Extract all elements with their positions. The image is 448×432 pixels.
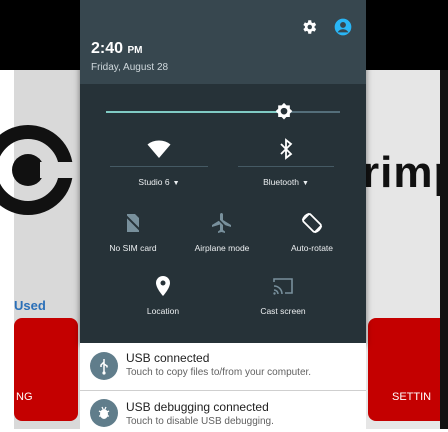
notification-title: USB debugging connected <box>126 400 269 414</box>
auto-rotate-tile-label[interactable]: Auto-rotate <box>257 243 367 253</box>
location-icon[interactable] <box>151 274 175 298</box>
bluetooth-tile-label[interactable]: Bluetooth ▼ <box>231 177 341 187</box>
cast-icon[interactable] <box>271 274 295 298</box>
brightness-slider-fill <box>106 111 284 113</box>
wifi-tile-label[interactable]: Studio 6 ▼ <box>104 177 214 187</box>
bluetooth-tile-divider <box>238 166 334 167</box>
settings-icon[interactable] <box>300 18 318 36</box>
clock-time: 2:40 <box>91 40 124 57</box>
auto-rotate-icon[interactable] <box>300 211 324 235</box>
airplane-icon[interactable] <box>210 211 234 235</box>
background-app-settings-button[interactable] <box>368 318 448 421</box>
clock[interactable]: 2:40 PM <box>91 40 142 58</box>
background-app-edge <box>440 70 448 429</box>
notification-title: USB connected <box>126 351 210 365</box>
wifi-icon[interactable] <box>147 137 171 161</box>
clock-ampm: PM <box>127 45 143 56</box>
bluetooth-icon[interactable] <box>274 137 298 161</box>
wifi-tile-divider <box>110 166 208 167</box>
background-app-wordmark: rimp <box>362 148 448 197</box>
background-app-used-label: Used <box>14 298 46 313</box>
usb-icon <box>100 359 108 375</box>
background-app-left-button[interactable] <box>14 318 78 421</box>
background-app-settings-button-label: SETTIN <box>392 391 432 403</box>
bug-icon-badge <box>90 399 118 427</box>
brightness-icon[interactable] <box>274 102 294 122</box>
notification-subtitle: Touch to disable USB debugging. <box>126 416 274 427</box>
background-app-logo <box>0 125 76 215</box>
cast-tile-label[interactable]: Cast screen <box>228 306 338 316</box>
date-text[interactable]: Friday, August 28 <box>91 62 168 73</box>
bug-icon <box>98 406 110 419</box>
user-icon[interactable] <box>333 17 353 37</box>
no-sim-icon[interactable] <box>121 211 145 235</box>
background-app-left-button-label: NG <box>16 391 33 403</box>
location-tile-label[interactable]: Location <box>108 306 218 316</box>
usb-icon-badge <box>90 352 118 380</box>
notification-subtitle: Touch to copy files to/from your compute… <box>126 367 312 378</box>
